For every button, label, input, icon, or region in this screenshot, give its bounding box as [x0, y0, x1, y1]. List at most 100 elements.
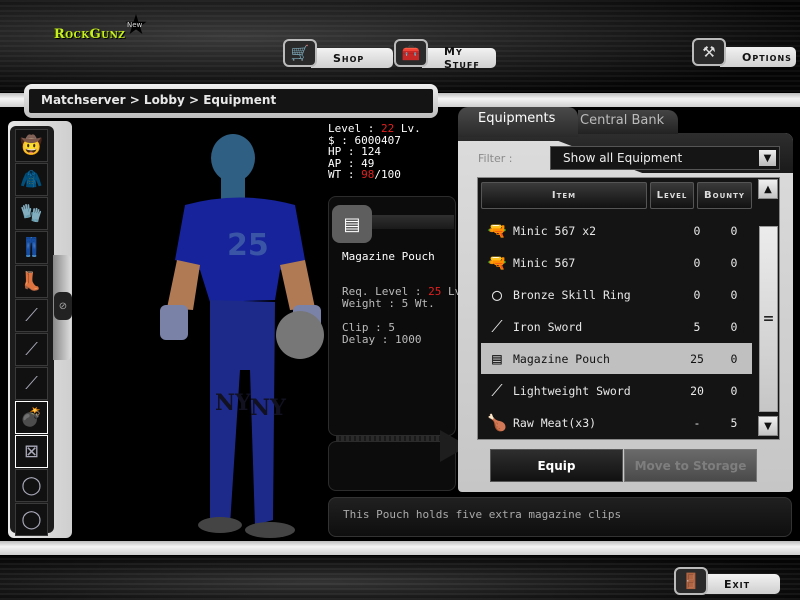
pants-logo-left: NY	[215, 390, 251, 416]
hat-icon: 🤠	[20, 135, 43, 156]
my-stuff-button[interactable]: 🧰 My Stuff	[394, 38, 496, 71]
collapse-toggle[interactable]: ⊘	[54, 292, 72, 320]
rifle-icon: ⟋	[25, 373, 38, 394]
shopping-cart-icon: 🛒	[283, 39, 317, 67]
character-right-arm	[280, 260, 315, 310]
filter-value: Show all Equipment	[563, 151, 683, 165]
item-description: This Pouch holds five extra magazine cli…	[328, 497, 792, 537]
item-level: 0	[693, 287, 701, 302]
item-name: Magazine Pouch	[513, 351, 610, 366]
item-bounty: 0	[730, 351, 738, 366]
character-left-arm	[167, 260, 200, 310]
table-row[interactable]: ⟋ Iron Sword 5 0	[481, 311, 752, 342]
item-icon: ◯	[492, 285, 502, 304]
chevron-down-icon[interactable]: ▼	[759, 150, 776, 166]
stat-hp: HP : 124	[328, 145, 381, 158]
item-name: Raw Meat(x3)	[513, 415, 597, 430]
item-icon: ⟋	[491, 380, 503, 400]
gloves-icon: 🧤	[20, 203, 43, 224]
character-right-shoe	[245, 522, 295, 538]
table-row[interactable]: 🔫 Minic 567 x2 0 0	[481, 215, 752, 246]
options-label: Options	[720, 47, 796, 67]
filter-label: Filter :	[478, 152, 513, 165]
stat-weight: WT : 98/100	[328, 168, 401, 181]
wrench-hammer-icon: ⚒	[692, 38, 726, 66]
character-ball	[276, 311, 324, 359]
table-row[interactable]: 🔫 Minic 567 0 0	[481, 247, 752, 278]
equipment-slot-rifle[interactable]: ⟋	[15, 367, 48, 400]
stat-level: Level : 22 Lv.	[328, 122, 421, 135]
game-logo: RockGunz	[54, 27, 126, 42]
item-bounty: 0	[730, 223, 738, 238]
item-name: Bronze Skill Ring	[513, 287, 631, 302]
move-to-storage-button[interactable]: Move to Storage	[624, 449, 757, 482]
weight-value: 98	[361, 168, 375, 181]
item-name: Minic 567 x2	[513, 223, 597, 238]
jacket-icon: 🧥	[20, 169, 43, 190]
equipment-slot-hat[interactable]: 🤠	[15, 129, 48, 162]
table-row[interactable]: ◯ Bronze Skill Ring 0 0	[481, 279, 752, 310]
shop-button[interactable]: 🛒 Shop	[283, 38, 393, 68]
pants-logo-right: NY	[250, 395, 286, 421]
item-bounty: 0	[730, 319, 738, 334]
door-exit-icon: 🚪	[674, 567, 708, 595]
item-level: 0	[693, 255, 701, 270]
tab-equipments[interactable]: Equipments	[458, 107, 578, 137]
equip-button[interactable]: Equip	[490, 449, 623, 482]
column-header-level[interactable]: Level	[650, 182, 694, 209]
shirt-number: 25	[227, 228, 269, 263]
item-level: 20	[690, 383, 704, 398]
empty-icon: ⊠	[23, 441, 40, 462]
table-row[interactable]: 🍗 Raw Meat(x3) - 5	[481, 407, 752, 438]
item-icon: 🔫	[487, 221, 507, 240]
item-level: 5	[693, 319, 701, 334]
ring-icon: ◯	[21, 475, 42, 496]
equipment-slot-pants[interactable]: 👖	[15, 231, 48, 264]
column-header-item[interactable]: Item	[481, 182, 647, 209]
item-level: 25	[690, 351, 704, 366]
filter-dropdown[interactable]: Show all Equipment ▼	[550, 146, 780, 170]
equipment-slot-boots[interactable]: 👢	[15, 265, 48, 298]
equipment-slot-ring[interactable]: ◯	[15, 503, 48, 536]
table-row[interactable]: ⟋ Lightweight Sword 20 0	[481, 375, 752, 406]
equipment-slot-sword[interactable]: ⟋	[15, 299, 48, 332]
item-name: Minic 567	[513, 255, 576, 270]
column-header-bounty[interactable]: Bounty	[697, 182, 752, 209]
character-left-shoe	[198, 517, 242, 533]
options-button[interactable]: ⚒ Options	[692, 37, 796, 67]
equipment-slot-jacket[interactable]: 🧥	[15, 163, 48, 196]
pants-icon: 👖	[20, 237, 43, 258]
character-bandana	[211, 134, 255, 182]
item-level: 0	[693, 223, 701, 238]
item-icon: ⟋	[491, 316, 503, 336]
player-stats: Level : 22 Lv. $ : 6000407 HP : 124 AP :…	[328, 123, 421, 181]
equipment-slot-gloves[interactable]: 🧤	[15, 197, 48, 230]
equipment-slot-rifle[interactable]: ⟋	[15, 333, 48, 366]
table-row[interactable]: ▤ Magazine Pouch 25 0	[481, 343, 752, 374]
tab-central-bank[interactable]: Central Bank	[578, 110, 678, 134]
scroll-down-button[interactable]: ▼	[758, 416, 778, 436]
grenade-icon: 💣	[20, 407, 43, 428]
toolbox-icon: 🧰	[394, 39, 428, 67]
equipment-slot-empty[interactable]: ⊠	[15, 435, 48, 468]
ring-icon: ◯	[21, 509, 42, 530]
equipment-slot-grenade[interactable]: 💣	[15, 401, 48, 434]
item-info-header-bar	[372, 215, 454, 229]
item-bounty: 0	[730, 255, 738, 270]
equipment-slot-ring[interactable]: ◯	[15, 469, 48, 502]
sword-icon: ⟋	[25, 305, 38, 326]
item-name: Iron Sword	[513, 319, 583, 334]
item-info-name: Magazine Pouch	[342, 250, 435, 263]
my-stuff-label: My Stuff	[422, 45, 496, 71]
character-left-glove	[160, 305, 188, 340]
breadcrumb: Matchserver > Lobby > Equipment	[29, 89, 433, 113]
bottom-rail	[0, 541, 800, 555]
exit-label: Exit	[702, 574, 780, 594]
exit-button[interactable]: 🚪 Exit	[674, 566, 780, 596]
item-icon: ▤	[492, 349, 502, 368]
character-model: 25 NY NY	[160, 134, 324, 538]
scrollbar-thumb[interactable]: =	[759, 226, 778, 412]
scroll-up-button[interactable]: ▲	[758, 179, 778, 199]
magazine-pouch-icon: ▤	[332, 205, 372, 243]
item-icon: 🔫	[487, 253, 507, 272]
